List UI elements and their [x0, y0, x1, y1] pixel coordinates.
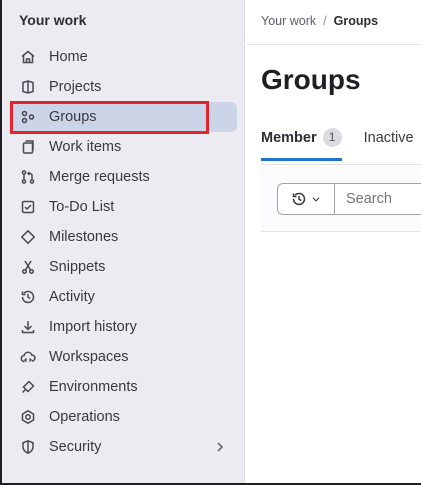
sidebar-item-label: Operations: [49, 409, 120, 425]
app-window: Your work Home Projects Groups Work item…: [0, 0, 421, 485]
sidebar-item-label: Activity: [49, 289, 95, 305]
sidebar-item-label: Merge requests: [49, 169, 150, 185]
sidebar: Your work Home Projects Groups Work item…: [2, 0, 245, 483]
merge-request-icon: [20, 169, 36, 185]
environment-icon: [20, 379, 36, 395]
history-icon: [20, 289, 36, 305]
sidebar-item-groups[interactable]: Groups: [10, 102, 237, 132]
operations-icon: [20, 409, 36, 425]
sidebar-item-home[interactable]: Home: [10, 42, 237, 72]
sidebar-item-environments[interactable]: Environments: [10, 372, 237, 402]
breadcrumb: Your work / Groups: [261, 14, 378, 28]
sidebar-item-label: Snippets: [49, 259, 106, 275]
sidebar-item-workspaces[interactable]: Workspaces: [10, 342, 237, 372]
chevron-right-icon: [213, 440, 227, 454]
filter-bar: Search: [261, 166, 421, 232]
workspace-icon: [20, 349, 36, 365]
sidebar-item-merge-requests[interactable]: Merge requests: [10, 162, 237, 192]
sidebar-item-milestones[interactable]: Milestones: [10, 222, 237, 252]
history-icon: [292, 192, 306, 206]
milestone-icon: [20, 229, 36, 245]
breadcrumb-your-work[interactable]: Your work: [261, 14, 316, 28]
sidebar-item-label: To-Do List: [49, 199, 115, 215]
header-divider: [246, 44, 421, 45]
sidebar-item-label: Groups: [49, 109, 97, 125]
group-icon: [20, 109, 36, 125]
sidebar-heading: Your work: [19, 12, 87, 28]
page-title: Groups: [261, 64, 361, 95]
sidebar-item-label: Import history: [49, 319, 137, 335]
sidebar-item-work-items[interactable]: Work items: [10, 132, 237, 162]
todo-icon: [20, 199, 36, 215]
project-icon: [20, 79, 36, 95]
shield-icon: [20, 439, 36, 455]
tab-inactive[interactable]: Inactive: [364, 128, 414, 161]
home-icon: [20, 49, 36, 65]
tab-label: Member: [261, 129, 317, 146]
sidebar-item-snippets[interactable]: Snippets: [10, 252, 237, 282]
sidebar-item-todo-list[interactable]: To-Do List: [10, 192, 237, 222]
sidebar-item-label: Environments: [49, 379, 138, 395]
sidebar-item-label: Workspaces: [49, 349, 129, 365]
snippet-icon: [20, 259, 36, 275]
sidebar-item-label: Milestones: [49, 229, 119, 245]
tab-member[interactable]: Member 1: [261, 128, 342, 161]
import-icon: [20, 319, 36, 335]
sidebar-nav: Home Projects Groups Work items Merge re…: [10, 42, 237, 462]
sidebar-item-label: Projects: [49, 79, 102, 95]
breadcrumb-separator: /: [323, 14, 327, 28]
recent-searches-button[interactable]: [277, 183, 334, 215]
sidebar-item-security[interactable]: Security: [10, 432, 237, 462]
work-items-icon: [20, 139, 36, 155]
tab-label: Inactive: [363, 129, 414, 146]
sidebar-item-label: Home: [49, 49, 88, 65]
search-placeholder: Search: [346, 191, 392, 207]
sidebar-item-projects[interactable]: Projects: [10, 72, 237, 102]
breadcrumb-current[interactable]: Groups: [334, 14, 378, 28]
main-content: Your work / Groups Groups Member 1 Inactiv…: [246, 0, 421, 483]
tabs: Member 1 Inactive: [261, 128, 414, 161]
sidebar-item-label: Security: [49, 439, 102, 455]
chevron-down-icon: [312, 197, 320, 202]
sidebar-item-operations[interactable]: Operations: [10, 402, 237, 432]
sidebar-item-label: Work items: [49, 139, 122, 155]
sidebar-item-activity[interactable]: Activity: [10, 282, 237, 312]
search-input[interactable]: Search: [334, 183, 421, 215]
count-badge: 1: [322, 128, 342, 147]
sidebar-item-import-history[interactable]: Import history: [10, 312, 237, 342]
tabs-divider: [261, 164, 421, 165]
